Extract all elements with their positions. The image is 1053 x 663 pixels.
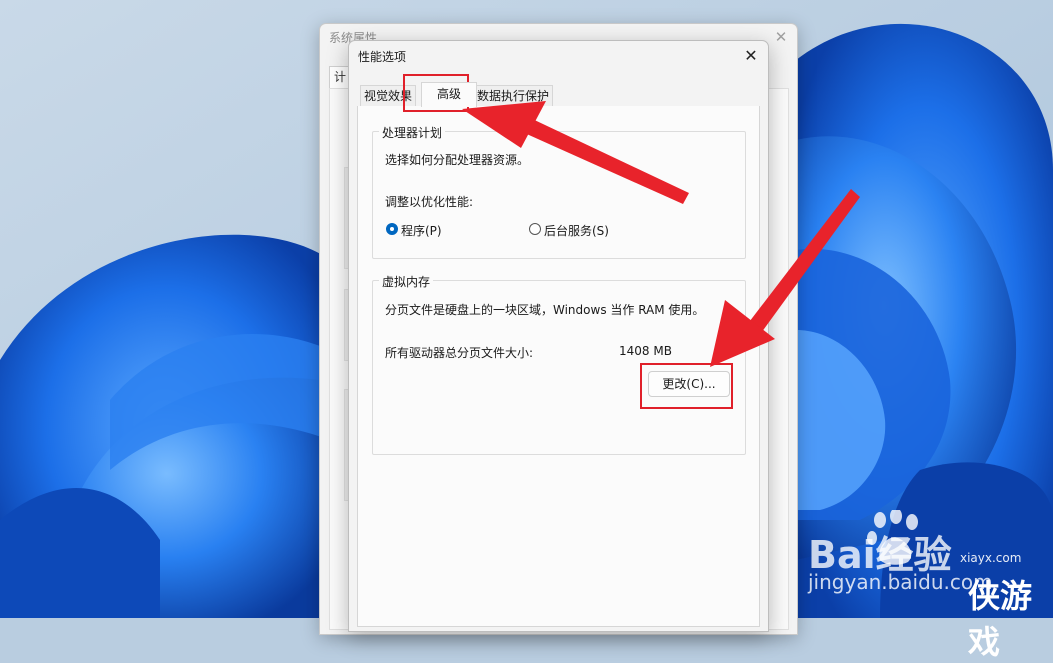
performance-options-dialog: 性能选项 ✕ 视觉效果 高级 数据执行保护 处理器计划 选择如何分配处理器资源。…: [348, 40, 769, 632]
processor-scheduling-group: 处理器计划 选择如何分配处理器资源。 调整以优化性能: 程序(P) 后台服务(S…: [372, 124, 746, 259]
programs-radio-label[interactable]: 程序(P): [401, 222, 442, 239]
processor-scheduling-title: 处理器计划: [379, 124, 446, 141]
paging-file-total-label: 所有驱动器总分页文件大小:: [385, 346, 534, 360]
dialog-title: 性能选项: [358, 50, 407, 64]
virtual-memory-description: 分页文件是硬盘上的一块区域，Windows 当作 RAM 使用。: [385, 303, 705, 317]
tab-advanced[interactable]: 高级: [421, 82, 477, 107]
xiayx-brand-logo: 侠游戏: [968, 577, 1033, 661]
system-properties-close-button[interactable]: ✕: [771, 26, 791, 48]
dialog-close-button[interactable]: ✕: [737, 44, 765, 68]
jingyan-url-watermark: jingyan.baidu.com: [808, 570, 993, 594]
virtual-memory-title: 虚拟内存: [379, 273, 434, 290]
optimize-performance-label: 调整以优化性能:: [385, 195, 474, 209]
tab-data-execution-prevention[interactable]: 数据执行保护: [473, 85, 554, 106]
processor-scheduling-description: 选择如何分配处理器资源。: [385, 153, 530, 167]
change-button-highlight: [640, 363, 733, 409]
background-services-radio-label[interactable]: 后台服务(S): [544, 222, 609, 239]
paging-file-total-value: 1408 MB: [619, 344, 672, 358]
background-services-radio[interactable]: [529, 223, 541, 235]
xiayx-site-watermark: xiayx.com: [960, 551, 1022, 565]
programs-radio[interactable]: [386, 223, 398, 235]
